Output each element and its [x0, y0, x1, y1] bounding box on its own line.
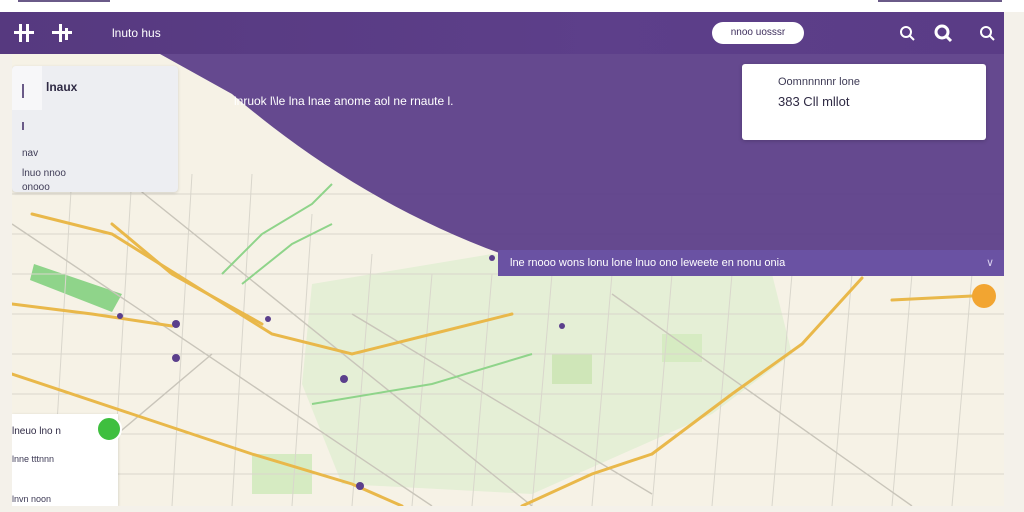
stat-label: Oomnnnnnr lone: [778, 76, 860, 88]
top-strip-line: [878, 0, 1002, 2]
location-pin[interactable]: [96, 416, 122, 442]
app-header: lnuto hus nnoo uosssr: [0, 12, 1004, 54]
top-strip: [0, 0, 1024, 12]
info-detail: lnne tttnnn: [12, 454, 55, 464]
banner-text: lne rnooo wons lonu lone lnuo ono leweet…: [510, 257, 786, 269]
park-area: [662, 334, 702, 362]
stat-card: Oomnnnnnr lone 383 Cll mllot: [742, 64, 986, 140]
park-area: [552, 354, 592, 384]
action-pill-button[interactable]: nnoo uosssr: [712, 22, 804, 44]
panel-link[interactable]: onooo: [22, 182, 50, 193]
info-detail: lnvn noon: [12, 494, 52, 504]
side-panel: lnaux nav lnuo nnoo onooo: [12, 66, 178, 193]
notice-banner[interactable]: lne rnooo wons lonu lone lnuo ono leweet…: [498, 250, 1004, 276]
location-pin[interactable]: [972, 284, 996, 308]
panel-link[interactable]: nav: [22, 148, 38, 159]
panel-divider: [22, 84, 24, 98]
panel-title: lnaux: [46, 80, 78, 94]
chevron-down-icon[interactable]: ∨: [986, 250, 994, 276]
map-canvas[interactable]: lnruok l\le lna lnae anome aol ne rnaute…: [12, 54, 1004, 506]
top-strip-line: [18, 0, 110, 2]
search-icon[interactable]: [932, 22, 954, 44]
info-title: lneuo lno n: [12, 426, 61, 437]
panel-divider: [22, 122, 24, 130]
panel-tab[interactable]: [12, 66, 42, 110]
park-area: [302, 254, 792, 494]
search-icon[interactable]: [976, 22, 998, 44]
stat-value: 383 Cll mllot: [778, 94, 850, 109]
search-icon[interactable]: [896, 22, 918, 44]
hero-headline: lnruok l\le lna lnae anome aol ne rnaute…: [234, 94, 454, 108]
logo-icon[interactable]: [12, 20, 76, 46]
panel-link[interactable]: lnuo nnoo: [22, 168, 66, 179]
brand-name[interactable]: lnuto hus: [112, 26, 161, 40]
